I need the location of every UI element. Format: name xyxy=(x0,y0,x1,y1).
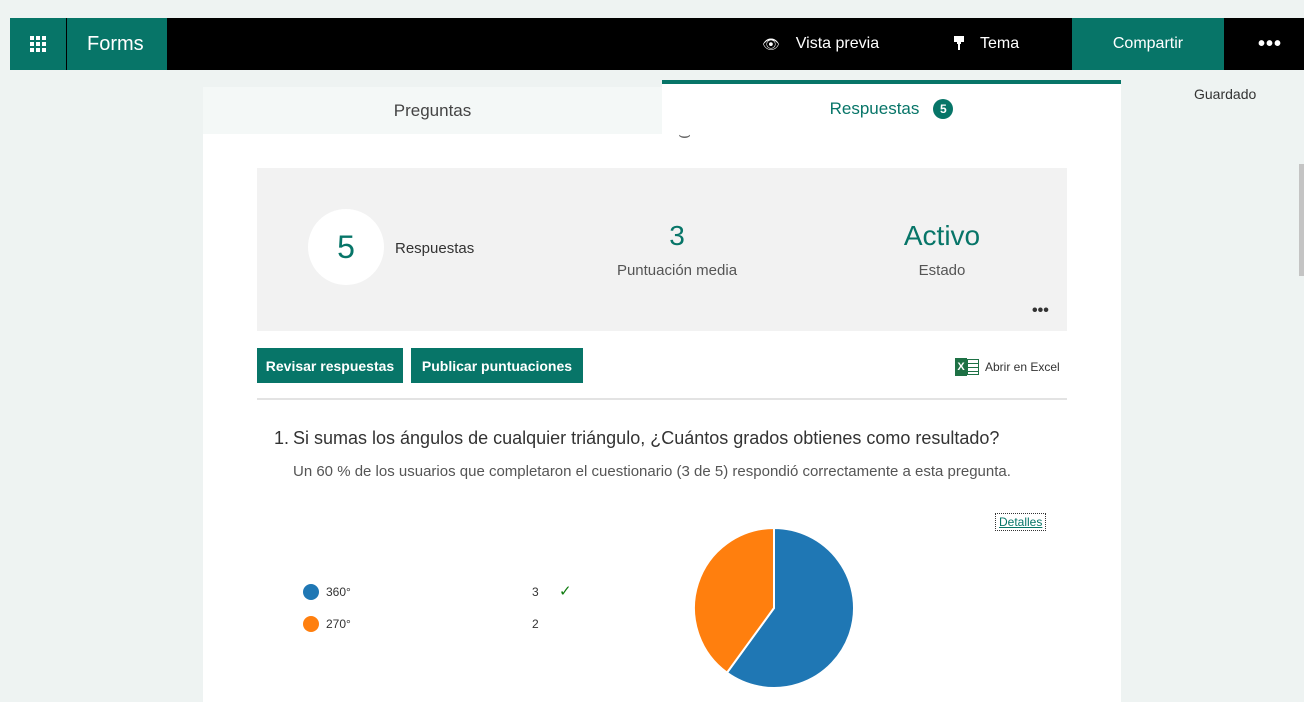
responses-count-badge: 5 xyxy=(933,99,954,119)
tab-questions-label: Preguntas xyxy=(393,100,472,120)
responses-card: ⌣ 5 Respuestas 3 Puntuación media Activo… xyxy=(203,134,1121,702)
summary-panel: 5 Respuestas 3 Puntuación media Activo E… xyxy=(257,168,1067,331)
app-launcher-button[interactable] xyxy=(10,18,66,70)
theme-label: Tema xyxy=(980,35,1020,52)
app-name[interactable]: Forms xyxy=(67,18,167,70)
open-in-excel-label: Abrir en Excel xyxy=(985,360,1060,374)
legend-count: 3 xyxy=(532,585,539,599)
scrollbar[interactable] xyxy=(1299,164,1304,276)
responses-label: Respuestas xyxy=(395,240,475,257)
average-score-value: 3 xyxy=(669,220,685,251)
summary-more-icon[interactable]: ••• xyxy=(1032,302,1049,320)
checkmark-icon: ✓ xyxy=(559,583,572,600)
tab-responses-label: Respuestas xyxy=(829,99,920,118)
details-link[interactable]: Detalles xyxy=(995,513,1047,531)
legend-item: 270° xyxy=(303,614,351,634)
waffle-icon xyxy=(30,36,46,52)
saved-status: Guardado xyxy=(1194,86,1257,102)
more-icon[interactable]: ••• xyxy=(1250,18,1290,70)
question-stats: Un 60 % de los usuarios que completaron … xyxy=(293,463,1011,480)
divider xyxy=(257,398,1067,400)
tab-questions[interactable]: Preguntas xyxy=(203,87,662,134)
responses-pie-chart xyxy=(693,526,855,689)
publish-scores-button[interactable]: Publicar puntuaciones xyxy=(411,348,583,383)
legend-dot xyxy=(303,584,319,600)
share-button[interactable]: Compartir xyxy=(1072,18,1224,70)
legend-dot xyxy=(303,616,319,632)
eye-icon: 👁︎ xyxy=(762,35,780,52)
tab-responses[interactable]: Respuestas 5 xyxy=(662,80,1121,134)
legend-label: 270° xyxy=(326,617,351,631)
status-value: Activo xyxy=(903,220,981,251)
status-label: Estado xyxy=(918,262,966,279)
responses-count: 5 xyxy=(308,209,384,285)
theme-button[interactable]: Tema xyxy=(954,18,1019,70)
average-score-label: Puntuación media xyxy=(616,262,738,279)
top-bar: Forms 👁︎ Vista previa Tema Compartir ••• xyxy=(10,18,1304,70)
legend-label: 360° xyxy=(326,585,351,599)
title-fragment: ⌣ xyxy=(678,134,692,146)
question-text: Si sumas los ángulos de cualquier triáng… xyxy=(293,428,1000,448)
preview-button[interactable]: 👁︎ Vista previa xyxy=(762,18,879,70)
question-number: 1. xyxy=(274,428,290,448)
open-in-excel-link[interactable]: X Abrir en Excel xyxy=(955,358,1060,376)
paint-brush-icon xyxy=(954,35,964,53)
legend-count: 2 xyxy=(532,617,539,631)
excel-icon: X xyxy=(955,358,979,376)
preview-label: Vista previa xyxy=(795,35,880,52)
review-responses-button[interactable]: Revisar respuestas xyxy=(257,348,403,383)
legend-item: 360° xyxy=(303,582,351,602)
